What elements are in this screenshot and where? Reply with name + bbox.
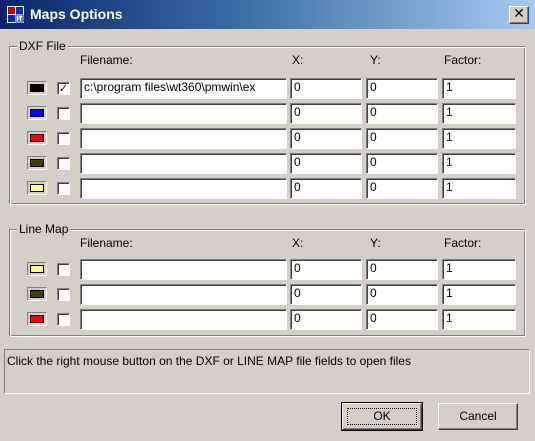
dxf-row-enable-checkbox[interactable] bbox=[57, 182, 70, 195]
linemap-row-y-field[interactable]: 0 bbox=[366, 284, 438, 305]
cancel-button[interactable]: Cancel bbox=[438, 403, 518, 430]
linemap-factor-header: Factor: bbox=[444, 236, 482, 250]
linemap-row-enable-checkbox[interactable] bbox=[57, 288, 70, 301]
dxf-row-x-field[interactable]: 0 bbox=[290, 78, 362, 99]
dxf-row-x-field[interactable]: 0 bbox=[290, 178, 362, 199]
linemap-row-filename-field[interactable] bbox=[80, 309, 287, 330]
linemap-row-factor-field[interactable]: 1 bbox=[442, 309, 516, 330]
dxf-row-filename-field[interactable] bbox=[80, 153, 287, 174]
ok-button[interactable]: OK bbox=[341, 402, 423, 431]
dxf-row-factor-field[interactable]: 1 bbox=[442, 128, 516, 149]
dxf-row-color-swatch[interactable] bbox=[27, 81, 47, 95]
linemap-row-enable-checkbox[interactable] bbox=[57, 263, 70, 276]
linemap-row-color-swatch[interactable] bbox=[27, 287, 47, 301]
linemap-row-factor-field[interactable]: 1 bbox=[442, 284, 516, 305]
dxf-row-color-swatch[interactable] bbox=[27, 181, 47, 195]
dxf-factor-header: Factor: bbox=[444, 53, 482, 67]
line-map-group-label: Line Map bbox=[17, 222, 71, 236]
linemap-row-x-field[interactable]: 0 bbox=[290, 284, 362, 305]
dxf-row-color-fill bbox=[30, 109, 44, 117]
dxf-row-y-field[interactable]: 0 bbox=[366, 128, 438, 149]
dxf-row-factor-field[interactable]: 1 bbox=[442, 103, 516, 124]
dxf-row-filename-field[interactable] bbox=[80, 178, 287, 199]
linemap-row-color-fill bbox=[30, 290, 44, 298]
dxf-row-color-fill bbox=[30, 159, 44, 167]
linemap-row-x-field[interactable]: 0 bbox=[290, 259, 362, 280]
close-button[interactable]: ✕ bbox=[509, 6, 529, 24]
linemap-y-header: Y: bbox=[370, 236, 381, 250]
linemap-x-header: X: bbox=[292, 236, 304, 250]
dxf-row-color-fill bbox=[30, 134, 44, 142]
dxf-x-header: X: bbox=[292, 53, 304, 67]
dxf-row-enable-checkbox[interactable] bbox=[57, 157, 70, 170]
dxf-row-color-swatch[interactable] bbox=[27, 156, 47, 170]
dxf-row-filename-field[interactable]: c:\program files\wt360\pmwin\ex bbox=[80, 78, 287, 99]
linemap-row-color-swatch[interactable] bbox=[27, 262, 47, 276]
linemap-row-y-field[interactable]: 0 bbox=[366, 309, 438, 330]
linemap-row-color-fill bbox=[30, 265, 44, 273]
dxf-row-factor-field[interactable]: 1 bbox=[442, 153, 516, 174]
linemap-row-filename-field[interactable] bbox=[80, 259, 287, 280]
dxf-row-color-swatch[interactable] bbox=[27, 106, 47, 120]
dxf-row-y-field[interactable]: 0 bbox=[366, 178, 438, 199]
dxf-row-enable-checkbox[interactable] bbox=[57, 132, 70, 145]
svg-text:1c: 1c bbox=[17, 16, 24, 23]
dxf-row-y-field[interactable]: 0 bbox=[366, 153, 438, 174]
linemap-row-enable-checkbox[interactable] bbox=[57, 313, 70, 326]
map-app-icon: 1c bbox=[7, 6, 24, 23]
window-title: Maps Options bbox=[30, 6, 123, 22]
dxf-row-x-field[interactable]: 0 bbox=[290, 103, 362, 124]
dxf-file-group: DXF File Filename: X: Y: Factor: ✓ c:\pro… bbox=[9, 39, 526, 205]
title-bar[interactable]: 1c Maps Options ✕ bbox=[0, 0, 535, 29]
close-icon: ✕ bbox=[513, 6, 525, 22]
linemap-row-x-field[interactable]: 0 bbox=[290, 309, 362, 330]
dxf-row-color-swatch[interactable] bbox=[27, 131, 47, 145]
dxf-row-factor-field[interactable]: 1 bbox=[442, 78, 516, 99]
linemap-row-color-fill bbox=[30, 315, 44, 323]
line-map-group: Line Map Filename: X: Y: Factor: 0010010… bbox=[9, 222, 526, 337]
dxf-row-color-fill bbox=[30, 184, 44, 192]
ok-label: OK bbox=[373, 409, 391, 423]
maps-options-dialog: 1c Maps Options ✕ DXF File Filename: X: … bbox=[0, 0, 535, 441]
dxf-row-filename-field[interactable] bbox=[80, 103, 287, 124]
linemap-row-y-field[interactable]: 0 bbox=[366, 259, 438, 280]
dxf-group-label: DXF File bbox=[17, 39, 68, 53]
dxf-row-enable-checkbox[interactable]: ✓ bbox=[57, 82, 70, 95]
dxf-row-y-field[interactable]: 0 bbox=[366, 78, 438, 99]
dxf-row-factor-field[interactable]: 1 bbox=[442, 178, 516, 199]
linemap-filename-header: Filename: bbox=[80, 236, 133, 250]
dxf-row-color-fill bbox=[30, 84, 44, 92]
cancel-label: Cancel bbox=[459, 409, 497, 423]
linemap-row-factor-field[interactable]: 1 bbox=[442, 259, 516, 280]
dxf-row-x-field[interactable]: 0 bbox=[290, 128, 362, 149]
linemap-row-color-swatch[interactable] bbox=[27, 312, 47, 326]
dxf-row-enable-checkbox[interactable] bbox=[57, 107, 70, 120]
dxf-row-filename-field[interactable] bbox=[80, 128, 287, 149]
dxf-row-y-field[interactable]: 0 bbox=[366, 103, 438, 124]
dxf-filename-header: Filename: bbox=[80, 53, 133, 67]
dxf-y-header: Y: bbox=[370, 53, 381, 67]
dxf-row-x-field[interactable]: 0 bbox=[290, 153, 362, 174]
help-hint-box: Click the right mouse button on the DXF … bbox=[4, 349, 530, 394]
linemap-row-filename-field[interactable] bbox=[80, 284, 287, 305]
